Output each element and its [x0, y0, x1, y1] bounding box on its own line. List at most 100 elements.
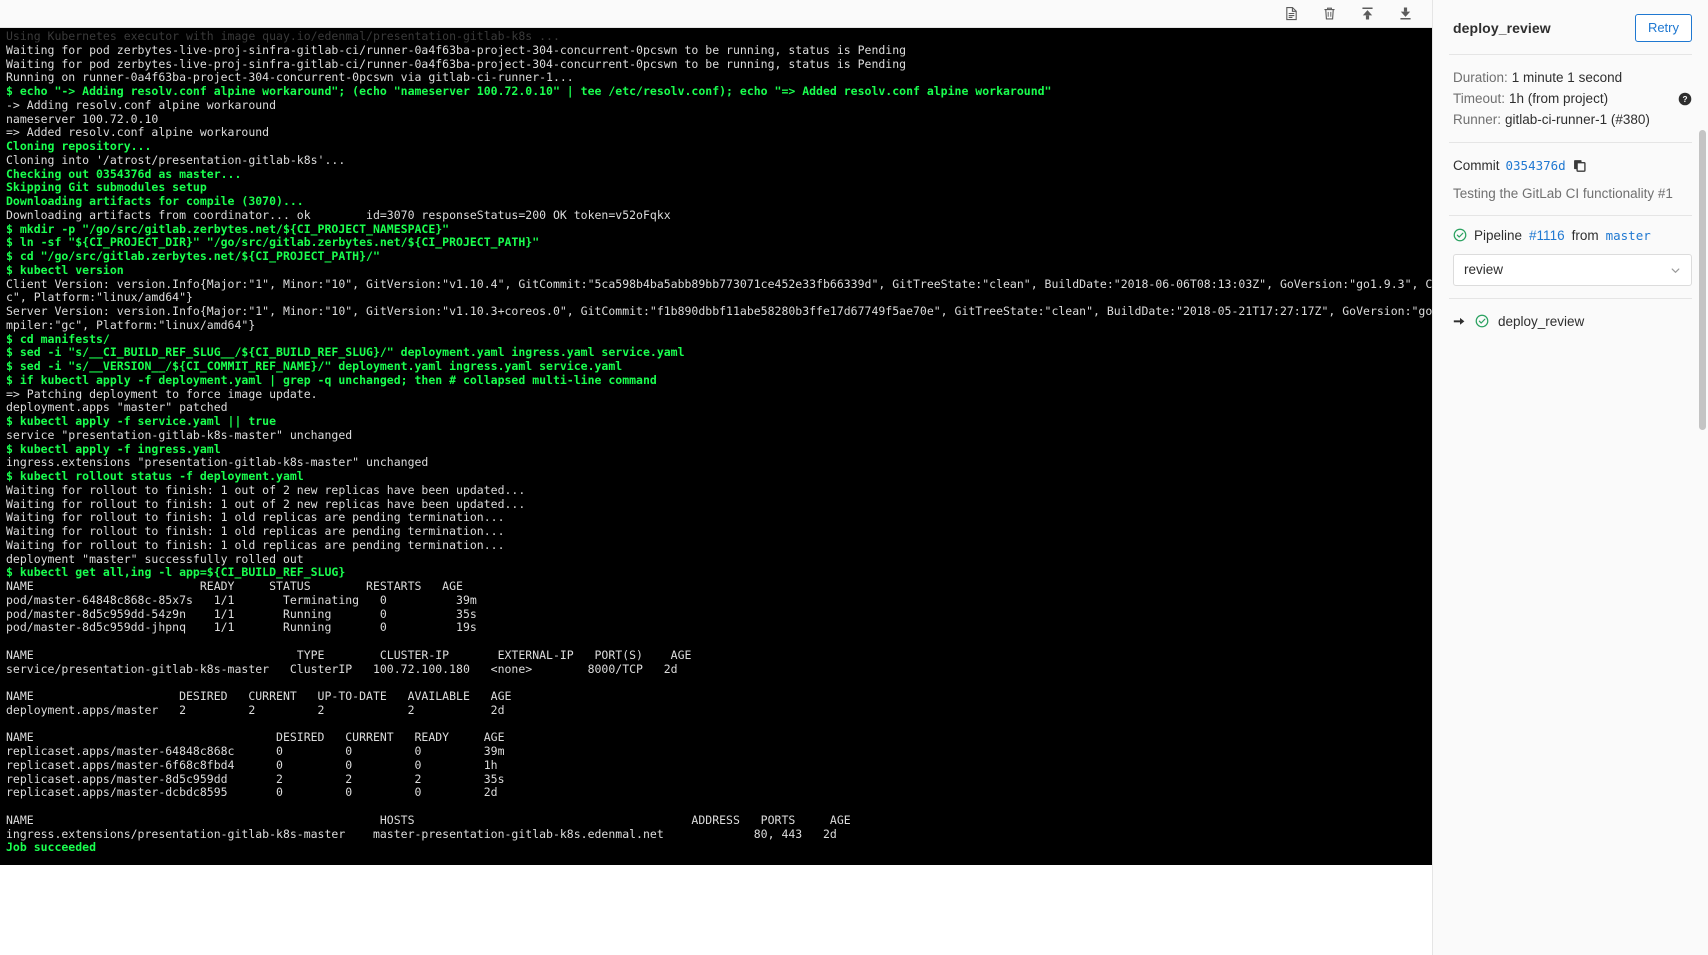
job-list-item-label: deploy_review — [1498, 313, 1585, 329]
job-log-page: Using Kubernetes executor with image qua… — [0, 0, 1708, 955]
log-line: $ ln -sf "${CI_PROJECT_DIR}" "/go/src/gi… — [6, 235, 540, 250]
timeout-value: 1h (from project) — [1509, 90, 1609, 106]
log-line: Checking out 0354376d as master... — [6, 166, 242, 181]
log-line: $ kubectl get all,ing -l app=${CI_BUILD_… — [6, 565, 346, 580]
log-line: Waiting for rollout to finish: 1 out of … — [6, 496, 526, 511]
commit-message: Testing the GitLab CI functionality #1 — [1453, 185, 1673, 201]
commit-block: Commit 0354376d Testing the GitLab CI fu… — [1433, 143, 1708, 215]
job-status-success-icon — [1475, 314, 1489, 328]
log-line: NAME READY STATUS RESTARTS AGE — [6, 579, 463, 593]
log-line: Waiting for rollout to finish: 1 out of … — [6, 482, 526, 497]
pipeline-status-success-icon — [1453, 228, 1467, 242]
log-line: $ sed -i "s/__CI_BUILD_REF_SLUG__/${CI_B… — [6, 345, 685, 360]
log-line: pod/master-8d5c959dd-jhpnq 1/1 Running 0… — [6, 620, 477, 635]
copy-icon[interactable] — [1572, 158, 1587, 173]
chevron-down-icon — [1670, 264, 1681, 275]
pipeline-branch-link[interactable]: master — [1606, 228, 1651, 243]
log-line: Server Version: version.Info{Major:"1", … — [6, 304, 1432, 318]
log-line: Cloning into '/atrost/presentation-gitla… — [6, 152, 346, 167]
pipeline-prefix: Pipeline — [1474, 227, 1523, 243]
pipeline-id-link[interactable]: #1116 — [1529, 228, 1565, 243]
log-line: $ kubectl version — [6, 262, 124, 277]
job-sidebar: deploy_review Retry Duration: 1 minute 1… — [1432, 0, 1708, 955]
runner-label: Runner: — [1453, 111, 1502, 127]
log-line: Downloading artifacts for compile (3070)… — [6, 194, 304, 208]
log-line: pod/master-64848c868c-85x7s 1/1 Terminat… — [6, 592, 477, 607]
commit-sha-link[interactable]: 0354376d — [1506, 155, 1566, 177]
stage-select[interactable]: review — [1453, 253, 1692, 286]
job-meta-block: Duration: 1 minute 1 second Timeout: 1h … — [1433, 55, 1708, 142]
log-line: service/presentation-gitlab-k8s-master C… — [6, 661, 678, 676]
stage-select-value: review — [1464, 262, 1504, 278]
log-line: $ kubectl apply -f ingress.yaml — [6, 441, 221, 456]
log-line: ingress.extensions/presentation-gitlab-k… — [6, 826, 837, 841]
pipeline-row: Pipeline #1116 from master — [1453, 228, 1692, 243]
log-line: $ if kubectl apply -f deployment.yaml | … — [6, 372, 657, 387]
duration-value: 1 minute 1 second — [1511, 69, 1623, 85]
log-line: Running on runner-0a4f63ba-project-304-c… — [6, 70, 574, 85]
log-line: Job succeeded — [6, 840, 97, 855]
scroll-to-bottom-icon[interactable] — [1397, 5, 1414, 22]
log-line: NAME TYPE CLUSTER-IP EXTERNAL-IP PORT(S)… — [6, 647, 692, 662]
pipeline-from-label: from — [1571, 227, 1599, 243]
duration-row: Duration: 1 minute 1 second — [1453, 67, 1692, 88]
job-name-title: deploy_review — [1453, 19, 1551, 36]
log-line: Waiting for pod zerbytes-live-proj-sinfr… — [6, 56, 907, 71]
log-line: ingress.extensions "presentation-gitlab-… — [6, 455, 429, 470]
log-line: Skipping Git submodules setup — [6, 180, 207, 195]
job-list-item-deploy-review[interactable]: deploy_review — [1453, 310, 1692, 333]
log-line: Cloning repository... — [6, 139, 152, 153]
runner-value: gitlab-ci-runner-1 (#380) — [1505, 111, 1650, 127]
log-line: replicaset.apps/master-64848c868c 0 0 0 … — [6, 744, 505, 758]
svg-text:?: ? — [1682, 94, 1687, 104]
trash-icon[interactable] — [1321, 5, 1338, 22]
log-footer-strip — [0, 865, 1432, 955]
log-line: $ echo "-> Adding resolv.conf alpine wor… — [6, 84, 1052, 98]
log-line: deployment.apps/master 2 2 2 2 2d — [6, 702, 505, 717]
log-line: Waiting for rollout to finish: 1 old rep… — [6, 537, 505, 552]
log-line: Waiting for rollout to finish: 1 old rep… — [6, 524, 505, 538]
log-line: Downloading artifacts from coordinator..… — [6, 207, 671, 222]
pipeline-block: Pipeline #1116 from master review — [1433, 216, 1708, 298]
help-icon[interactable]: ? — [1678, 91, 1692, 106]
log-line: c", Platform:"linux/amd64"} — [6, 290, 193, 305]
log-line: NAME DESIRED CURRENT READY AGE — [6, 730, 505, 745]
log-line: NAME DESIRED CURRENT UP-TO-DATE AVAILABL… — [6, 689, 512, 703]
log-line: Waiting for rollout to finish: 1 old rep… — [6, 510, 505, 525]
log-line: mpiler:"gc", Platform:"linux/amd64"} — [6, 317, 256, 332]
job-log-output[interactable]: Using Kubernetes executor with image qua… — [0, 28, 1432, 865]
sidebar-scrollbar[interactable] — [1699, 130, 1706, 430]
log-line: replicaset.apps/master-6f68c8fbd4 0 0 0 … — [6, 757, 498, 772]
log-line: service "presentation-gitlab-k8s-master"… — [6, 427, 353, 442]
log-line: deployment.apps "master" patched — [6, 400, 228, 415]
log-line: => Patching deployment to force image up… — [6, 386, 318, 401]
log-line: NAME HOSTS ADDRESS PORTS AGE — [6, 812, 851, 827]
sidebar-header: deploy_review Retry — [1433, 0, 1708, 54]
retry-button[interactable]: Retry — [1634, 14, 1692, 42]
log-line: nameserver 100.72.0.10 — [6, 111, 159, 126]
commit-label: Commit — [1453, 157, 1500, 173]
log-line: $ kubectl apply -f service.yaml || true — [6, 414, 277, 428]
log-line: $ cd manifests/ — [6, 331, 110, 346]
log-line: replicaset.apps/master-8d5c959dd 2 2 2 3… — [6, 771, 505, 786]
runner-row: Runner: gitlab-ci-runner-1 (#380) — [1453, 109, 1692, 130]
log-line: $ mkdir -p "/go/src/gitlab.zerbytes.net/… — [6, 221, 450, 236]
log-line: pod/master-8d5c959dd-54z9n 1/1 Running 0… — [6, 606, 477, 621]
log-line: => Added resolv.conf alpine workaround — [6, 125, 270, 140]
log-toolbar — [0, 0, 1432, 28]
log-line: Waiting for pod zerbytes-live-proj-sinfr… — [6, 42, 907, 57]
current-job-arrow-icon — [1453, 315, 1466, 328]
scroll-to-top-icon[interactable] — [1359, 5, 1376, 22]
duration-label: Duration: — [1453, 69, 1508, 85]
log-line: Using Kubernetes executor with image qua… — [6, 29, 560, 43]
log-line: $ cd "/go/src/gitlab.zerbytes.net/${CI_P… — [6, 249, 380, 263]
raw-log-icon[interactable] — [1283, 5, 1300, 22]
stage-jobs-list: deploy_review — [1433, 299, 1708, 333]
log-line: Client Version: version.Info{Major:"1", … — [6, 276, 1432, 291]
timeout-label: Timeout: — [1453, 90, 1506, 106]
log-line: replicaset.apps/master-dcbdc8595 0 0 0 2… — [6, 785, 498, 800]
